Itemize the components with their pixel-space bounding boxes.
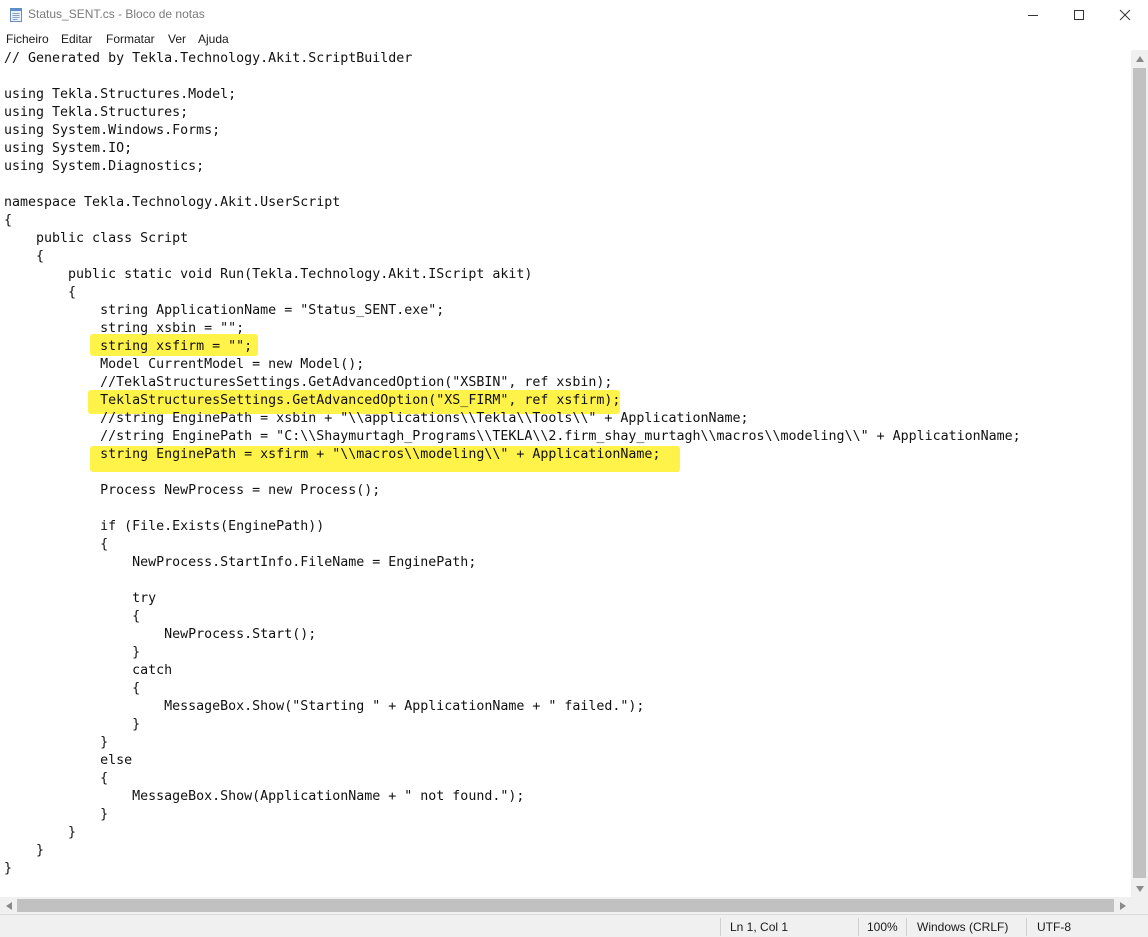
code-line: NewProcess.StartInfo.FileName = EnginePa… <box>4 555 477 570</box>
chevron-left-icon <box>5 901 12 910</box>
horizontal-scroll-thumb[interactable] <box>17 899 1114 912</box>
code-line: try <box>4 591 157 606</box>
status-divider <box>1026 918 1027 936</box>
scroll-down-arrow[interactable] <box>1131 880 1148 897</box>
code-line: Process NewProcess = new Process(); <box>4 483 381 498</box>
code-line: using System.Windows.Forms; <box>4 123 221 138</box>
code-line: { <box>4 249 45 264</box>
menu-ficheiro[interactable]: Ficheiro <box>6 32 49 46</box>
code-line: // Generated by Tekla.Technology.Akit.Sc… <box>4 51 413 66</box>
title-bar[interactable]: Status_SENT.cs - Bloco de notas <box>0 0 1148 30</box>
status-zoom: 100% <box>867 920 898 934</box>
code-line: string EnginePath = xsfirm + "\\macros\\… <box>4 447 661 462</box>
code-line: //string EnginePath = "C:\\Shaymurtagh_P… <box>4 429 1021 444</box>
code-line: public static void Run(Tekla.Technology.… <box>4 267 533 282</box>
code-line: string ApplicationName = "Status_SENT.ex… <box>4 303 445 318</box>
code-line: using Tekla.Structures.Model; <box>4 87 237 102</box>
menu-bar: Ficheiro Editar Formatar Ver Ajuda <box>0 30 1148 50</box>
code-line: string xsfirm = ""; <box>4 339 253 354</box>
code-line: } <box>4 735 109 750</box>
chevron-down-icon <box>1135 885 1144 892</box>
status-bar: Ln 1, Col 1 100% Windows (CRLF) UTF-8 <box>0 914 1148 937</box>
code-line: MessageBox.Show(ApplicationName + " not … <box>4 789 525 804</box>
menu-formatar[interactable]: Formatar <box>106 32 155 46</box>
scrollbar-corner <box>1131 897 1148 914</box>
scroll-right-arrow[interactable] <box>1114 897 1131 914</box>
vertical-scroll-thumb[interactable] <box>1133 68 1146 878</box>
minimize-icon <box>1028 15 1038 16</box>
status-divider <box>858 918 859 936</box>
code-line: if (File.Exists(EnginePath)) <box>4 519 325 534</box>
code-line: else <box>4 753 133 768</box>
code-line: { <box>4 609 141 624</box>
text-editor-area[interactable]: // Generated by Tekla.Technology.Akit.Sc… <box>0 50 1131 897</box>
scroll-left-arrow[interactable] <box>0 897 17 914</box>
maximize-button[interactable] <box>1056 0 1102 30</box>
code-line: { <box>4 771 109 786</box>
maximize-icon <box>1074 10 1084 20</box>
code-line: //string EnginePath = xsbin + "\\applica… <box>4 411 749 426</box>
status-position: Ln 1, Col 1 <box>730 920 789 934</box>
scroll-up-arrow[interactable] <box>1131 50 1148 67</box>
code-line: NewProcess.Start(); <box>4 627 317 642</box>
menu-ajuda[interactable]: Ajuda <box>198 32 229 46</box>
code-line: { <box>4 681 141 696</box>
notepad-icon <box>10 8 22 22</box>
code-line: public class Script <box>4 231 189 246</box>
code-line: using System.Diagnostics; <box>4 159 205 174</box>
code-line: using System.IO; <box>4 141 133 156</box>
code-line: } <box>4 645 141 660</box>
chevron-up-icon <box>1135 55 1144 62</box>
code-line: } <box>4 807 109 822</box>
code-line: TeklaStructuresSettings.GetAdvancedOptio… <box>4 393 621 408</box>
code-line: namespace Tekla.Technology.Akit.UserScri… <box>4 195 341 210</box>
code-line: } <box>4 861 13 876</box>
code-line: //TeklaStructuresSettings.GetAdvancedOpt… <box>4 375 613 390</box>
close-icon <box>1119 9 1131 21</box>
code-line: MessageBox.Show("Starting " + Applicatio… <box>4 699 645 714</box>
code-line: string xsbin = ""; <box>4 321 245 336</box>
status-line-ending: Windows (CRLF) <box>917 920 1009 934</box>
status-divider <box>906 918 907 936</box>
code-line: } <box>4 825 77 840</box>
close-button[interactable] <box>1102 0 1148 30</box>
minimize-button[interactable] <box>1010 0 1056 30</box>
chevron-right-icon <box>1119 901 1126 910</box>
menu-ver[interactable]: Ver <box>168 32 186 46</box>
code-line: Model CurrentModel = new Model(); <box>4 357 365 372</box>
code-line: } <box>4 717 141 732</box>
status-encoding: UTF-8 <box>1037 920 1071 934</box>
code-line: { <box>4 285 77 300</box>
menu-editar[interactable]: Editar <box>61 32 92 46</box>
status-divider <box>720 918 721 936</box>
code-line: catch <box>4 663 173 678</box>
code-line: } <box>4 843 45 858</box>
window-title: Status_SENT.cs - Bloco de notas <box>28 7 205 21</box>
code-line: using Tekla.Structures; <box>4 105 189 120</box>
code-line: { <box>4 213 13 228</box>
code-line: { <box>4 537 109 552</box>
